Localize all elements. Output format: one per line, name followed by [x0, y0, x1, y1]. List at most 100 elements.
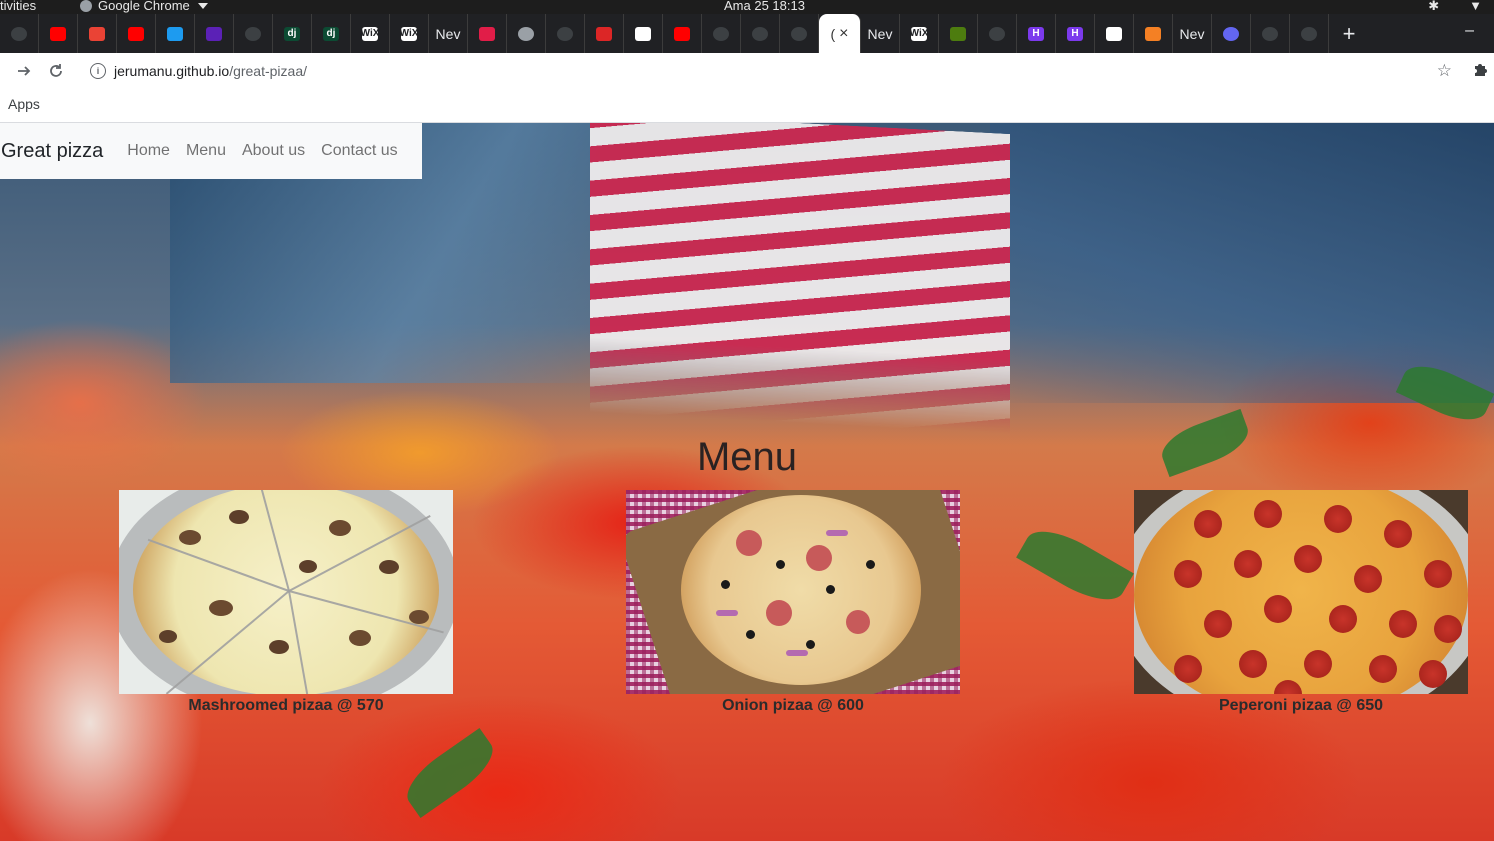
close-icon[interactable]: ×	[839, 25, 848, 43]
tab-right-6[interactable]	[1095, 14, 1134, 53]
tab-13[interactable]	[507, 14, 546, 53]
chevron-down-icon	[197, 2, 208, 9]
pepperoni-slice	[1174, 560, 1202, 588]
site-info-icon[interactable]: i	[90, 63, 106, 79]
menu-item-caption: Onion pizaa @ 600	[722, 697, 864, 714]
activities-button[interactable]: tivities	[0, 0, 36, 12]
wifi-icon[interactable]: ▼	[1469, 0, 1482, 12]
tab-20[interactable]	[780, 14, 819, 53]
free-icon	[635, 26, 651, 41]
browser-toolbar: i jerumanu.github.io/great-pizaa/ ☆	[0, 53, 1494, 89]
tab-8[interactable]: dj	[312, 14, 351, 53]
h-icon	[206, 26, 222, 41]
tab-6[interactable]	[234, 14, 273, 53]
menu-card-onion: Onion pizaa @ 600	[626, 490, 960, 715]
youtube-icon	[128, 26, 144, 41]
tab-right-8[interactable]: Nev	[1173, 14, 1212, 53]
app-menu[interactable]: Google Chrome	[80, 0, 208, 12]
tree-icon	[950, 26, 966, 41]
site-brand[interactable]: Great pizza	[1, 140, 103, 163]
tab-11[interactable]: Nev	[429, 14, 468, 53]
tab-right-5[interactable]: H	[1056, 14, 1095, 53]
tab-right-2[interactable]	[939, 14, 978, 53]
bookmarks-bar: Apps	[0, 89, 1494, 123]
tab-12[interactable]	[468, 14, 507, 53]
network-icon[interactable]: ✱	[1428, 0, 1439, 12]
tab-7[interactable]: dj	[273, 14, 312, 53]
generic-icon	[1262, 26, 1278, 41]
forward-button[interactable]	[8, 55, 40, 87]
mushroom-pizza-image	[119, 490, 453, 694]
page-viewport: Great pizza Home Menu About us Contact u…	[0, 123, 1494, 841]
youtube-icon	[674, 26, 690, 41]
menu-heading: Menu	[696, 435, 798, 479]
tab-1[interactable]	[39, 14, 78, 53]
tab-15[interactable]	[585, 14, 624, 53]
tab-right-0[interactable]: Nev	[861, 14, 900, 53]
app-menu-label: Google Chrome	[98, 0, 190, 13]
pepperoni-slice	[1254, 500, 1282, 528]
tab-18[interactable]	[702, 14, 741, 53]
django-icon: dj	[284, 26, 300, 41]
os-top-bar: tivities Google Chrome Ama 25 18:13 ✱ ▼	[0, 0, 1494, 14]
github-icon	[791, 26, 807, 41]
extensions-puzzle-icon[interactable]	[1472, 60, 1490, 78]
tab-19[interactable]	[741, 14, 780, 53]
django-icon: dj	[323, 26, 339, 41]
address-bar[interactable]: i jerumanu.github.io/great-pizaa/ ☆	[78, 55, 1464, 87]
arrow-right-icon	[18, 66, 31, 76]
url-path: /great-pizaa/	[229, 63, 308, 79]
site-navbar: Great pizza Home Menu About us Contact u…	[0, 123, 422, 179]
tab-0[interactable]	[0, 14, 39, 53]
background-basil-leaf	[1016, 518, 1134, 613]
pepperoni-slice	[1294, 545, 1322, 573]
tab-right-9[interactable]	[1212, 14, 1251, 53]
pepperoni-slice	[1264, 595, 1292, 623]
background-denim	[990, 123, 1494, 403]
url-host: jerumanu.github.io	[114, 63, 230, 79]
bookmark-apps[interactable]: Apps	[8, 96, 40, 112]
wix-icon: WiX	[399, 26, 419, 41]
nav-link-home[interactable]: Home	[127, 142, 170, 160]
pepperoni-slice	[1174, 655, 1202, 683]
h-icon: H	[1028, 26, 1044, 41]
tab-right-10[interactable]	[1251, 14, 1290, 53]
tab-14[interactable]	[546, 14, 585, 53]
twitter-icon	[167, 26, 183, 41]
tab-right-4[interactable]: H	[1017, 14, 1056, 53]
tab-active[interactable]: ( ×	[819, 14, 861, 53]
reload-button[interactable]	[40, 55, 72, 87]
tab-3[interactable]	[117, 14, 156, 53]
reload-icon	[50, 64, 62, 77]
tab-9[interactable]: WiX	[351, 14, 390, 53]
tab-10[interactable]: WiX	[390, 14, 429, 53]
tab-2[interactable]	[78, 14, 117, 53]
nav-link-about[interactable]: About us	[242, 142, 305, 160]
system-tray[interactable]: ✱ ▼	[1428, 0, 1482, 12]
menu-card-mushroom: Mashroomed pizaa @ 570	[119, 490, 453, 715]
generic-icon	[245, 26, 261, 41]
avatar-icon	[1223, 26, 1239, 41]
nav-link-menu[interactable]: Menu	[186, 142, 226, 160]
minimize-button[interactable]: –	[1465, 22, 1474, 40]
clock[interactable]: Ama 25 18:13	[724, 0, 805, 12]
tab-right-3[interactable]	[978, 14, 1017, 53]
new-tab-button[interactable]: +	[1329, 14, 1369, 53]
tab-16[interactable]	[624, 14, 663, 53]
tab-17[interactable]	[663, 14, 702, 53]
h-icon: H	[1067, 26, 1083, 41]
pepperoni-slice	[1304, 650, 1332, 678]
stack-icon	[1145, 26, 1161, 41]
tab-right-7[interactable]	[1134, 14, 1173, 53]
tab-right-11[interactable]	[1290, 14, 1329, 53]
menu-item-caption: Mashroomed pizaa @ 570	[188, 697, 384, 714]
pepperoni-slice	[1389, 610, 1417, 638]
bookmark-star-icon[interactable]: ☆	[1437, 61, 1452, 81]
tab-right-1[interactable]: WiX	[900, 14, 939, 53]
tab-strip: dj dj WiX WiX Nev ( × Nev WiX H H Nev + –	[0, 14, 1494, 53]
nav-link-contact[interactable]: Contact us	[321, 142, 397, 160]
tab-5[interactable]	[195, 14, 234, 53]
pepperoni-slice	[1329, 605, 1357, 633]
pepperoni-slice	[1204, 610, 1232, 638]
tab-4[interactable]	[156, 14, 195, 53]
